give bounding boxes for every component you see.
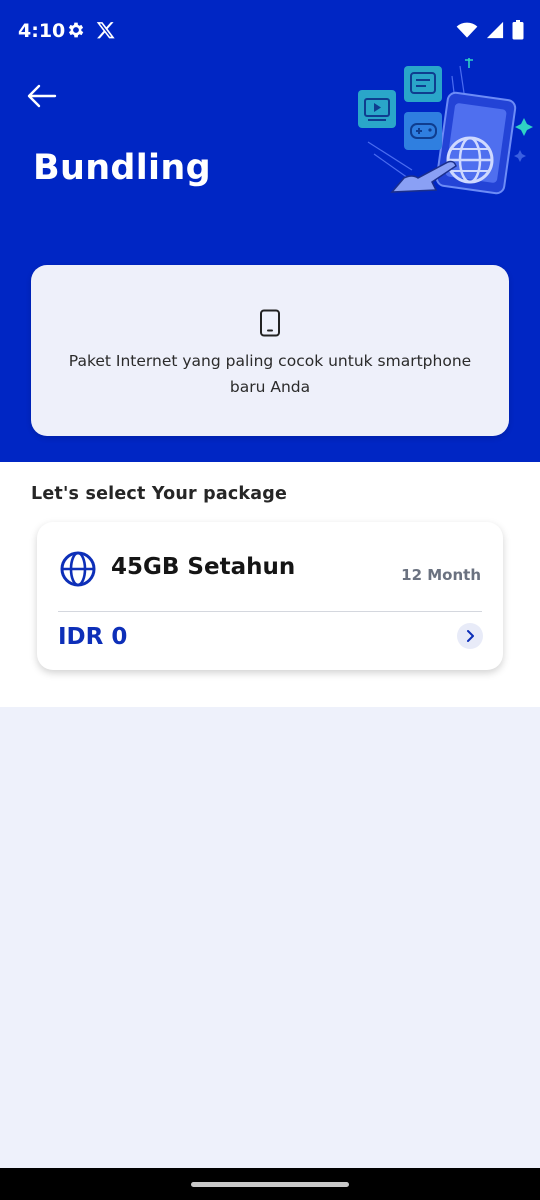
section-title: Let's select Your package — [31, 484, 288, 504]
signal-icon — [486, 21, 504, 43]
navigation-bar — [0, 1168, 540, 1200]
package-duration: 12 Month — [401, 566, 481, 584]
package-divider — [58, 611, 482, 612]
status-left-icons — [66, 21, 116, 43]
header: 4:10 Bundling Paket Internet yang paling… — [0, 0, 540, 462]
back-button[interactable] — [22, 78, 62, 114]
smartphone-icon — [260, 309, 280, 337]
gear-icon — [66, 20, 86, 44]
home-gesture-handle[interactable] — [191, 1182, 349, 1187]
arrow-left-icon — [27, 84, 57, 108]
status-time: 4:10 — [18, 20, 66, 42]
header-illustration — [352, 56, 540, 196]
info-text: Paket Internet yang paling cocok untuk s… — [68, 352, 472, 396]
globe-icon — [60, 551, 96, 587]
packages-section: Let's select Your package 45GB Setahun 1… — [0, 462, 540, 707]
wifi-icon — [456, 21, 478, 43]
status-bar: 4:10 — [0, 0, 540, 64]
screen: 4:10 Bundling Paket Internet yang paling… — [0, 0, 540, 1200]
battery-icon — [512, 20, 524, 44]
status-right-icons — [456, 20, 524, 44]
package-card[interactable]: 45GB Setahun 12 Month IDR 0 — [37, 522, 503, 670]
chevron-right-icon[interactable] — [457, 623, 483, 649]
x-logo-icon — [96, 20, 116, 44]
package-price: IDR 0 — [58, 624, 128, 650]
info-card: Paket Internet yang paling cocok untuk s… — [31, 265, 509, 436]
package-name: 45GB Setahun — [111, 554, 296, 580]
page-title: Bundling — [33, 148, 211, 188]
